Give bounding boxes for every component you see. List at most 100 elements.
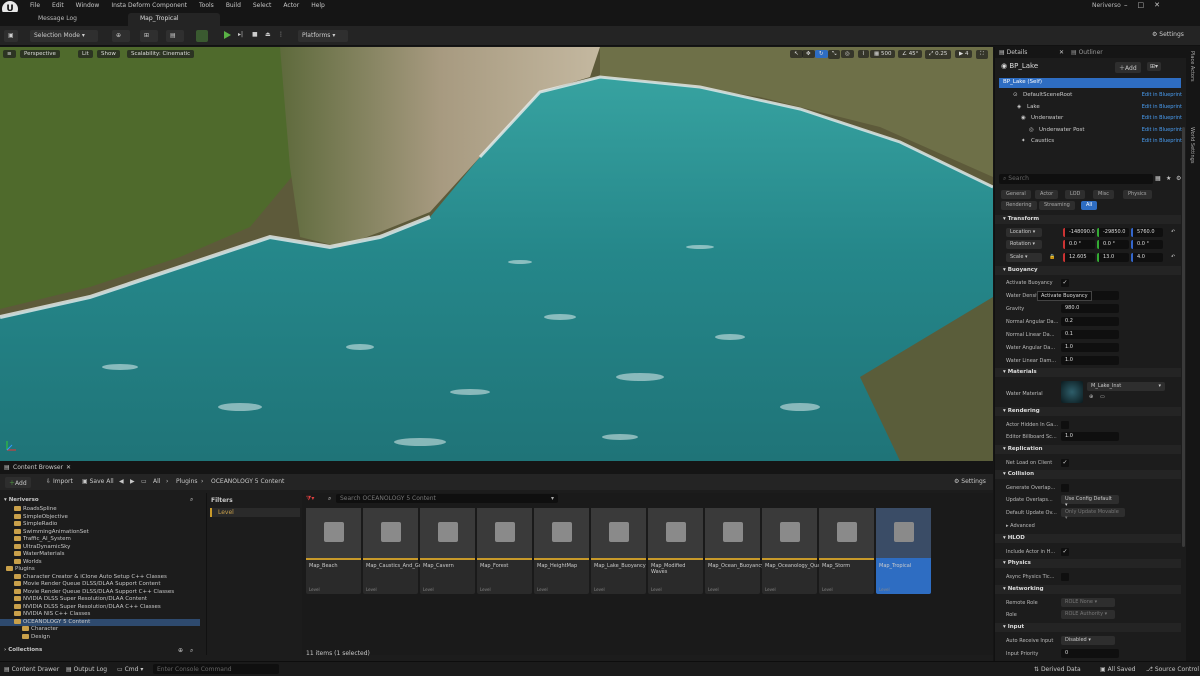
menu-tools[interactable]: Tools bbox=[199, 2, 214, 9]
rotation-x-input[interactable]: 0.0 ° bbox=[1063, 240, 1095, 249]
menu-build[interactable]: Build bbox=[226, 2, 241, 9]
history-forward-icon[interactable]: ▶ bbox=[130, 478, 135, 485]
grid-snap-button[interactable]: ▦ 500 bbox=[870, 50, 896, 58]
section-networking[interactable]: ▾ Networking bbox=[995, 585, 1181, 594]
component-row[interactable]: ◈ Lake Edit in Blueprint bbox=[999, 102, 1185, 113]
minimize-icon[interactable]: – bbox=[1124, 1, 1128, 9]
camera-speed-button[interactable]: ▶ 4 bbox=[955, 50, 973, 58]
remote-role-dropdown[interactable]: ROLE None ▾ bbox=[1061, 598, 1115, 607]
tab-outliner[interactable]: ▤ Outliner bbox=[1071, 49, 1103, 56]
section-transform[interactable]: ▾ Transform bbox=[995, 215, 1181, 224]
tree-root[interactable]: ▾ Neriverso bbox=[4, 497, 204, 505]
search-icon[interactable]: ⌕ bbox=[190, 496, 193, 504]
material-thumbnail[interactable] bbox=[1061, 381, 1083, 403]
scale-y-input[interactable]: 13.0 bbox=[1097, 253, 1129, 262]
normal-angular-input[interactable]: 0.2 bbox=[1061, 317, 1119, 326]
asset-tile[interactable]: Map_Ocean_Buoyancy Level bbox=[705, 508, 764, 594]
rotation-snap-button[interactable]: ∠ 45° bbox=[898, 50, 923, 58]
gen-overlap-checkbox[interactable] bbox=[1061, 484, 1069, 492]
edit-in-blueprint-link[interactable]: Edit in Blueprint bbox=[1142, 104, 1182, 110]
content-browser-tab[interactable]: Content Browser bbox=[13, 464, 63, 471]
maximize-icon[interactable]: □ bbox=[1138, 1, 1145, 9]
filter-tab[interactable]: General bbox=[1001, 190, 1031, 199]
water-material-dropdown[interactable]: M_Lake_Inst ▾ bbox=[1087, 382, 1165, 391]
filter-tab[interactable]: Actor bbox=[1035, 190, 1059, 199]
component-row[interactable]: ◎ Underwater Post Edit in Blueprint bbox=[999, 125, 1185, 136]
step-icon[interactable]: ▸| bbox=[238, 31, 243, 38]
maximize-viewport-icon[interactable]: ⛶ bbox=[976, 50, 988, 59]
edit-in-blueprint-link[interactable]: Edit in Blueprint bbox=[1142, 115, 1182, 121]
surface-snap-icon[interactable]: ⌇ bbox=[858, 50, 869, 58]
filter-tab[interactable]: LOD bbox=[1065, 190, 1086, 199]
cb-settings-button[interactable]: ⚙ Settings bbox=[954, 478, 986, 485]
asset-search-input[interactable]: Search OCEANOLOGY 5 Content ▾ bbox=[336, 494, 558, 503]
viewport-menu-icon[interactable]: ≡ bbox=[3, 50, 16, 58]
tree-folder[interactable]: NVIDIA DLSS Super Resolution/DLAA Conten… bbox=[0, 596, 200, 604]
include-hlod-checkbox[interactable]: ✓ bbox=[1061, 548, 1069, 556]
tree-folder[interactable]: UltraDynamicSky bbox=[0, 543, 200, 552]
settings-button[interactable]: ⚙ Settings bbox=[1152, 31, 1184, 38]
actor-hidden-checkbox[interactable] bbox=[1061, 421, 1069, 429]
scale-snap-button[interactable]: ⤢ 0.25 bbox=[925, 50, 952, 59]
more-options-icon[interactable]: ⋮ bbox=[278, 31, 284, 38]
add-collection-icon[interactable]: ⊕ bbox=[178, 647, 183, 654]
add-component-button[interactable]: ＋Add bbox=[1115, 62, 1141, 73]
output-log-button[interactable]: ▤ Output Log bbox=[66, 666, 107, 673]
scale-x-input[interactable]: 12.605 bbox=[1063, 253, 1095, 262]
filter-tab[interactable]: Rendering bbox=[1001, 201, 1037, 210]
cmd-dropdown[interactable]: ▭ Cmd ▾ bbox=[117, 666, 143, 673]
stop-icon[interactable]: ■ bbox=[252, 31, 258, 38]
input-priority-input[interactable]: 0 bbox=[1061, 649, 1119, 658]
tree-folder[interactable]: Plugins bbox=[0, 566, 200, 574]
advanced-row[interactable]: ▸ Advanced bbox=[995, 520, 1181, 532]
scale-z-input[interactable]: 4.0 bbox=[1131, 253, 1163, 262]
collections-header[interactable]: › Collections bbox=[4, 647, 204, 655]
platforms-dropdown[interactable]: Platforms ▾ bbox=[298, 30, 348, 42]
tree-folder[interactable]: NVIDIA NIS C++ Classes bbox=[0, 611, 200, 619]
component-row[interactable]: ◉ Underwater Edit in Blueprint bbox=[999, 113, 1185, 124]
rotation-dropdown[interactable]: Rotation ▾ bbox=[1006, 240, 1042, 249]
edit-in-blueprint-link[interactable]: Edit in Blueprint bbox=[1142, 92, 1182, 98]
show-button[interactable]: Show bbox=[97, 50, 120, 58]
tab-map-tropical[interactable]: Map_Tropical bbox=[128, 13, 220, 26]
default-update-dropdown[interactable]: Only Update Movable ▾ bbox=[1061, 508, 1125, 521]
section-input[interactable]: ▾ Input bbox=[995, 623, 1181, 632]
asset-tile[interactable]: Map_Forest Level bbox=[477, 508, 532, 594]
filter-tab[interactable]: Misc bbox=[1093, 190, 1115, 199]
translate-icon[interactable]: ✥ bbox=[802, 50, 815, 58]
menu-select[interactable]: Select bbox=[253, 2, 272, 9]
filter-tab[interactable]: All bbox=[1081, 201, 1098, 210]
water-linear-input[interactable]: 1.0 bbox=[1061, 356, 1119, 365]
menu-file[interactable]: File bbox=[30, 2, 40, 9]
section-collision[interactable]: ▾ Collision bbox=[995, 470, 1181, 479]
add-content-icon[interactable]: ⊕ bbox=[112, 30, 130, 42]
modes-icon[interactable] bbox=[196, 30, 208, 42]
tree-folder[interactable]: SimpleObjective bbox=[0, 513, 200, 522]
import-button[interactable]: ⇩ Import bbox=[46, 478, 73, 485]
close-icon[interactable]: ✕ bbox=[1154, 1, 1160, 9]
water-angular-input[interactable]: 1.0 bbox=[1061, 343, 1119, 352]
tree-folder[interactable]: OCEANOLOGY 5 Content bbox=[0, 618, 200, 626]
tree-folder[interactable]: SimpleRadio bbox=[0, 521, 200, 529]
role-dropdown[interactable]: ROLE Authority ▾ bbox=[1061, 610, 1115, 619]
location-y-input[interactable]: -29850.0 bbox=[1097, 228, 1129, 237]
breadcrumb-plugins[interactable]: Plugins bbox=[176, 478, 198, 485]
lock-icon[interactable]: 🔒 bbox=[1049, 254, 1055, 260]
component-self-row[interactable]: BP_Lake (Self) bbox=[999, 78, 1181, 88]
rotation-z-input[interactable]: 0.0 ° bbox=[1131, 240, 1163, 249]
tree-folder[interactable]: RoadsSpline bbox=[0, 506, 200, 514]
menu-edit[interactable]: Edit bbox=[52, 2, 64, 9]
section-replication[interactable]: ▾ Replication bbox=[995, 445, 1181, 454]
scale-icon[interactable]: ⤡ bbox=[828, 50, 841, 59]
console-input[interactable]: Enter Console Command bbox=[153, 664, 279, 674]
add-button[interactable]: ＋Add bbox=[5, 477, 31, 488]
section-physics[interactable]: ▾ Physics bbox=[995, 559, 1181, 568]
auto-receive-dropdown[interactable]: Disabled ▾ bbox=[1061, 636, 1115, 645]
grid-view-icon[interactable]: ▦ bbox=[1155, 175, 1161, 182]
blueprint-icon[interactable]: ⊞ bbox=[140, 30, 158, 42]
reset-scale-icon[interactable]: ↶ bbox=[1171, 254, 1175, 260]
billboard-input[interactable]: 1.0 bbox=[1061, 432, 1119, 441]
close-details-icon[interactable]: ✕ bbox=[1059, 49, 1064, 56]
asset-tile[interactable]: Map_Cavern Level bbox=[420, 508, 475, 594]
rotation-y-input[interactable]: 0.0 ° bbox=[1097, 240, 1129, 249]
